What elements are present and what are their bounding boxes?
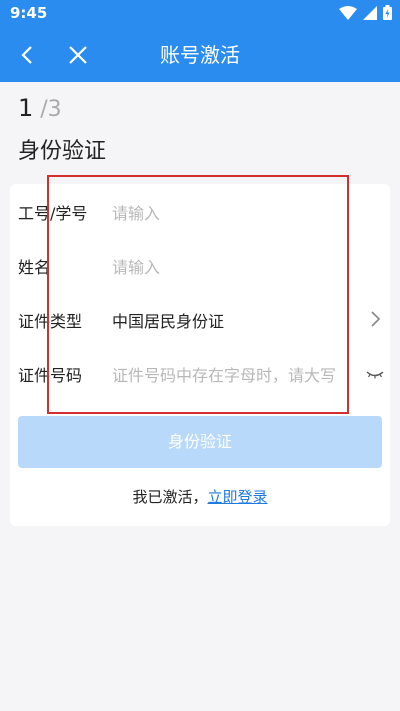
name-label: 姓名 (18, 258, 51, 277)
id-number-row[interactable]: 证件号码 证件号码中存在字母时，请大写 (18, 346, 390, 400)
signal-icon (363, 5, 377, 20)
employee-id-input[interactable]: 请输入 (112, 200, 352, 224)
eye-closed-icon[interactable] (366, 364, 384, 382)
step-current: 1 (18, 94, 34, 122)
section-title: 身份验证 (18, 139, 107, 164)
page-title: 账号激活 (160, 43, 240, 67)
wifi-icon (339, 5, 357, 20)
employee-id-label: 工号/学号 (18, 204, 88, 223)
id-number-input[interactable]: 证件号码中存在字母时，请大写 (112, 362, 352, 386)
status-bar: 9:45 (0, 0, 400, 28)
employee-id-row[interactable]: 工号/学号 请输入 (18, 184, 390, 238)
step-indicator: 1 /3 (18, 94, 62, 122)
status-time: 9:45 (10, 4, 48, 22)
id-type-row[interactable]: 证件类型 中国居民身份证 (18, 292, 390, 346)
battery-icon (383, 5, 392, 20)
id-type-select[interactable]: 中国居民身份证 (112, 308, 352, 332)
id-number-label: 证件号码 (18, 366, 83, 385)
name-input[interactable]: 请输入 (112, 254, 352, 278)
nav-bar: 账号激活 (0, 28, 400, 82)
chevron-right-icon[interactable] (366, 310, 384, 328)
step-total: /3 (33, 97, 62, 122)
verify-identity-button[interactable]: 身份验证 (18, 416, 382, 468)
form-card: 工号/学号 请输入 姓名 请输入 证件类型 中国居民身份证 证件号码 证件号码中… (10, 184, 390, 526)
login-prompt: 我已激活，立即登录 (10, 486, 390, 507)
login-prompt-text: 我已激活， (132, 488, 208, 506)
id-type-label: 证件类型 (18, 312, 83, 331)
login-now-link[interactable]: 立即登录 (208, 488, 268, 506)
name-row[interactable]: 姓名 请输入 (18, 238, 390, 292)
status-icons (339, 5, 392, 20)
